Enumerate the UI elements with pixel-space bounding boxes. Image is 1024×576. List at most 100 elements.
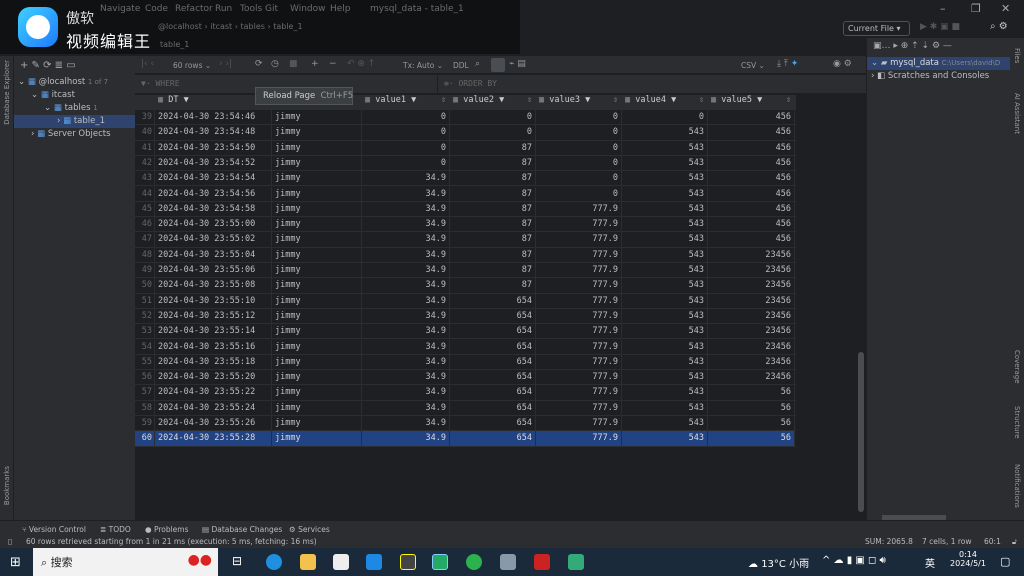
table-cell[interactable]: 543 bbox=[622, 217, 708, 233]
table-cell[interactable]: 23456 bbox=[708, 370, 795, 386]
table-cell[interactable]: 456 bbox=[708, 201, 795, 217]
notification-center-icon[interactable]: ▢ bbox=[1000, 555, 1010, 568]
ai-assistant-tab[interactable]: AI Assistant bbox=[1013, 93, 1021, 134]
table-cell[interactable]: jimmy bbox=[272, 354, 362, 370]
order-by-input[interactable]: ≡· ORDER BY bbox=[438, 75, 866, 93]
minimize-button[interactable]: – bbox=[940, 2, 946, 15]
recorder-icon[interactable] bbox=[534, 554, 550, 570]
table-cell[interactable]: 87 bbox=[450, 186, 536, 202]
table-cell[interactable]: 0 bbox=[362, 125, 450, 141]
table-cell[interactable]: jimmy bbox=[272, 263, 362, 278]
table-cell[interactable]: 34.9 bbox=[362, 400, 450, 416]
table-cell[interactable]: jimmy bbox=[272, 217, 362, 233]
file-explorer-icon[interactable] bbox=[300, 554, 316, 570]
table-row[interactable]: 40 2024-04-30 23:54:48 jimmy 0 0 0 543 456 bbox=[135, 125, 796, 141]
export-icon[interactable]: ⤓ ⤒ ✦ bbox=[777, 59, 798, 69]
table-cell[interactable]: 543 bbox=[622, 431, 708, 447]
table-cell[interactable]: 2024-04-30 23:55:22 bbox=[155, 385, 272, 401]
table-cell[interactable]: 456 bbox=[708, 110, 795, 125]
table-row[interactable]: 54 2024-04-30 23:55:16 jimmy 34.9 654 777.9 54… bbox=[135, 339, 796, 355]
table-cell[interactable]: 543 bbox=[622, 232, 708, 248]
table-row[interactable]: 44 2024-04-30 23:54:56 jimmy 34.9 87 0 543 456 bbox=[135, 186, 796, 202]
tray-icons[interactable]: ^ ☁ ▮ ▣ ◻ 🔊︎ bbox=[822, 555, 886, 566]
table-row[interactable]: 45 2024-04-30 23:54:58 jimmy 34.9 87 777.9 543… bbox=[135, 201, 796, 218]
table-cell[interactable]: 56 bbox=[708, 431, 795, 447]
menu-window[interactable]: Window bbox=[290, 4, 326, 14]
table-cell[interactable]: 543 bbox=[622, 186, 708, 202]
table-row[interactable]: 57 2024-04-30 23:55:22 jimmy 34.9 654 777.9 54… bbox=[135, 385, 796, 401]
coverage-tab[interactable]: Coverage bbox=[1013, 350, 1021, 384]
chart-icon[interactable]: ⌁ ▤ bbox=[509, 59, 526, 69]
table-cell[interactable]: 0 bbox=[362, 155, 450, 171]
next-page-icon[interactable]: › ›| bbox=[219, 59, 232, 69]
table-cell[interactable]: 87 bbox=[450, 201, 536, 217]
table-row[interactable]: 60 2024-04-30 23:55:28 jimmy 34.9 654 777.9 54… bbox=[135, 431, 796, 447]
table-cell[interactable]: 543 bbox=[622, 308, 708, 324]
table-cell[interactable]: 0 bbox=[536, 186, 622, 202]
table-row[interactable]: 55 2024-04-30 23:55:18 jimmy 34.9 654 777.9 54… bbox=[135, 354, 796, 371]
notifications-tab[interactable]: Notifications bbox=[1013, 464, 1021, 508]
table-cell[interactable]: 34.9 bbox=[362, 263, 450, 278]
menu-tools[interactable]: Tools bbox=[240, 4, 262, 14]
table-cell[interactable]: 34.9 bbox=[362, 186, 450, 202]
table-cell[interactable]: jimmy bbox=[272, 186, 362, 202]
table-cell[interactable]: 2024-04-30 23:55:00 bbox=[155, 217, 272, 233]
table-cell[interactable]: 0 bbox=[622, 110, 708, 125]
filter-icon[interactable]: ▼ bbox=[757, 95, 762, 105]
table-cell[interactable]: 2024-04-30 23:55:02 bbox=[155, 232, 272, 248]
table-cell[interactable]: 34.9 bbox=[362, 293, 450, 309]
tab-table-1[interactable]: table_1 bbox=[160, 40, 189, 49]
table-cell[interactable]: 2024-04-30 23:54:50 bbox=[155, 140, 272, 156]
table-cell[interactable]: 34.9 bbox=[362, 431, 450, 447]
table-cell[interactable]: 777.9 bbox=[536, 293, 622, 309]
services-tab[interactable]: ⚙ Services bbox=[289, 525, 330, 534]
table-cell[interactable]: 34.9 bbox=[362, 324, 450, 340]
caret-position[interactable]: 60:1 bbox=[984, 537, 1001, 546]
tree-item-itcast[interactable]: ⌄ ▦ itcast bbox=[14, 89, 135, 102]
sort-icon[interactable]: ⇕ bbox=[441, 95, 446, 105]
table-cell[interactable]: 34.9 bbox=[362, 171, 450, 187]
expand-icon[interactable]: ⌄ bbox=[18, 77, 28, 87]
history-icon[interactable]: ◷ bbox=[271, 59, 279, 69]
table-cell[interactable]: 777.9 bbox=[536, 278, 622, 294]
taskbar-search[interactable]: ⌕ 搜索 ●● bbox=[33, 548, 218, 576]
expand-icon[interactable]: ⌄ bbox=[31, 90, 41, 100]
column-header-value5[interactable]: ▦ value5 ▼ ⇕ bbox=[708, 95, 795, 110]
bookmarks-tab[interactable]: Bookmarks bbox=[3, 466, 11, 505]
stop-icon[interactable]: ■ bbox=[289, 59, 298, 69]
page-size-dropdown[interactable]: 60 rows ⌄ bbox=[173, 61, 211, 70]
table-cell[interactable]: 56 bbox=[708, 400, 795, 416]
table-cell[interactable]: jimmy bbox=[272, 385, 362, 401]
table-cell[interactable]: 654 bbox=[450, 385, 536, 401]
menu-run[interactable]: Run bbox=[215, 4, 232, 14]
tree-item--localhost[interactable]: ⌄ ▦ @localhost 1 of 7 bbox=[14, 76, 135, 89]
tool-icon[interactable] bbox=[400, 554, 416, 570]
problems-tab[interactable]: ● Problems bbox=[145, 525, 189, 534]
table-cell[interactable]: jimmy bbox=[272, 308, 362, 324]
table-cell[interactable]: 543 bbox=[622, 354, 708, 370]
expand-icon[interactable]: ⌄ bbox=[44, 103, 54, 113]
table-cell[interactable]: 87 bbox=[450, 263, 536, 278]
table-row[interactable]: 46 2024-04-30 23:55:00 jimmy 34.9 87 777.9 543… bbox=[135, 217, 796, 233]
tx-mode-dropdown[interactable]: Tx: Auto ⌄ bbox=[403, 61, 443, 70]
table-cell[interactable]: 87 bbox=[450, 247, 536, 263]
table-cell[interactable]: 87 bbox=[450, 217, 536, 233]
table-cell[interactable]: 87 bbox=[450, 155, 536, 171]
table-cell[interactable]: 0 bbox=[450, 110, 536, 125]
table-row[interactable]: 49 2024-04-30 23:55:06 jimmy 34.9 87 777.9 543… bbox=[135, 263, 796, 279]
filter-icon[interactable]: ▼ bbox=[411, 95, 416, 105]
table-cell[interactable]: 2024-04-30 23:55:26 bbox=[155, 416, 272, 431]
table-row[interactable]: 43 2024-04-30 23:54:54 jimmy 34.9 87 0 543 456 bbox=[135, 171, 796, 187]
table-cell[interactable]: 2024-04-30 23:55:06 bbox=[155, 263, 272, 278]
menu-code[interactable]: Code bbox=[145, 4, 168, 14]
filter-icon[interactable]: ▼ bbox=[184, 95, 189, 105]
table-cell[interactable]: 2024-04-30 23:55:14 bbox=[155, 324, 272, 340]
table-cell[interactable]: 2024-04-30 23:54:54 bbox=[155, 171, 272, 187]
todo-tab[interactable]: ≣ TODO bbox=[100, 525, 131, 534]
table-cell[interactable]: 543 bbox=[622, 247, 708, 263]
table-cell[interactable]: 543 bbox=[622, 278, 708, 294]
first-page-icon[interactable]: |‹ ‹ bbox=[141, 59, 154, 69]
table-cell[interactable]: 654 bbox=[450, 400, 536, 416]
table-cell[interactable]: 87 bbox=[450, 278, 536, 294]
table-cell[interactable]: 34.9 bbox=[362, 232, 450, 248]
